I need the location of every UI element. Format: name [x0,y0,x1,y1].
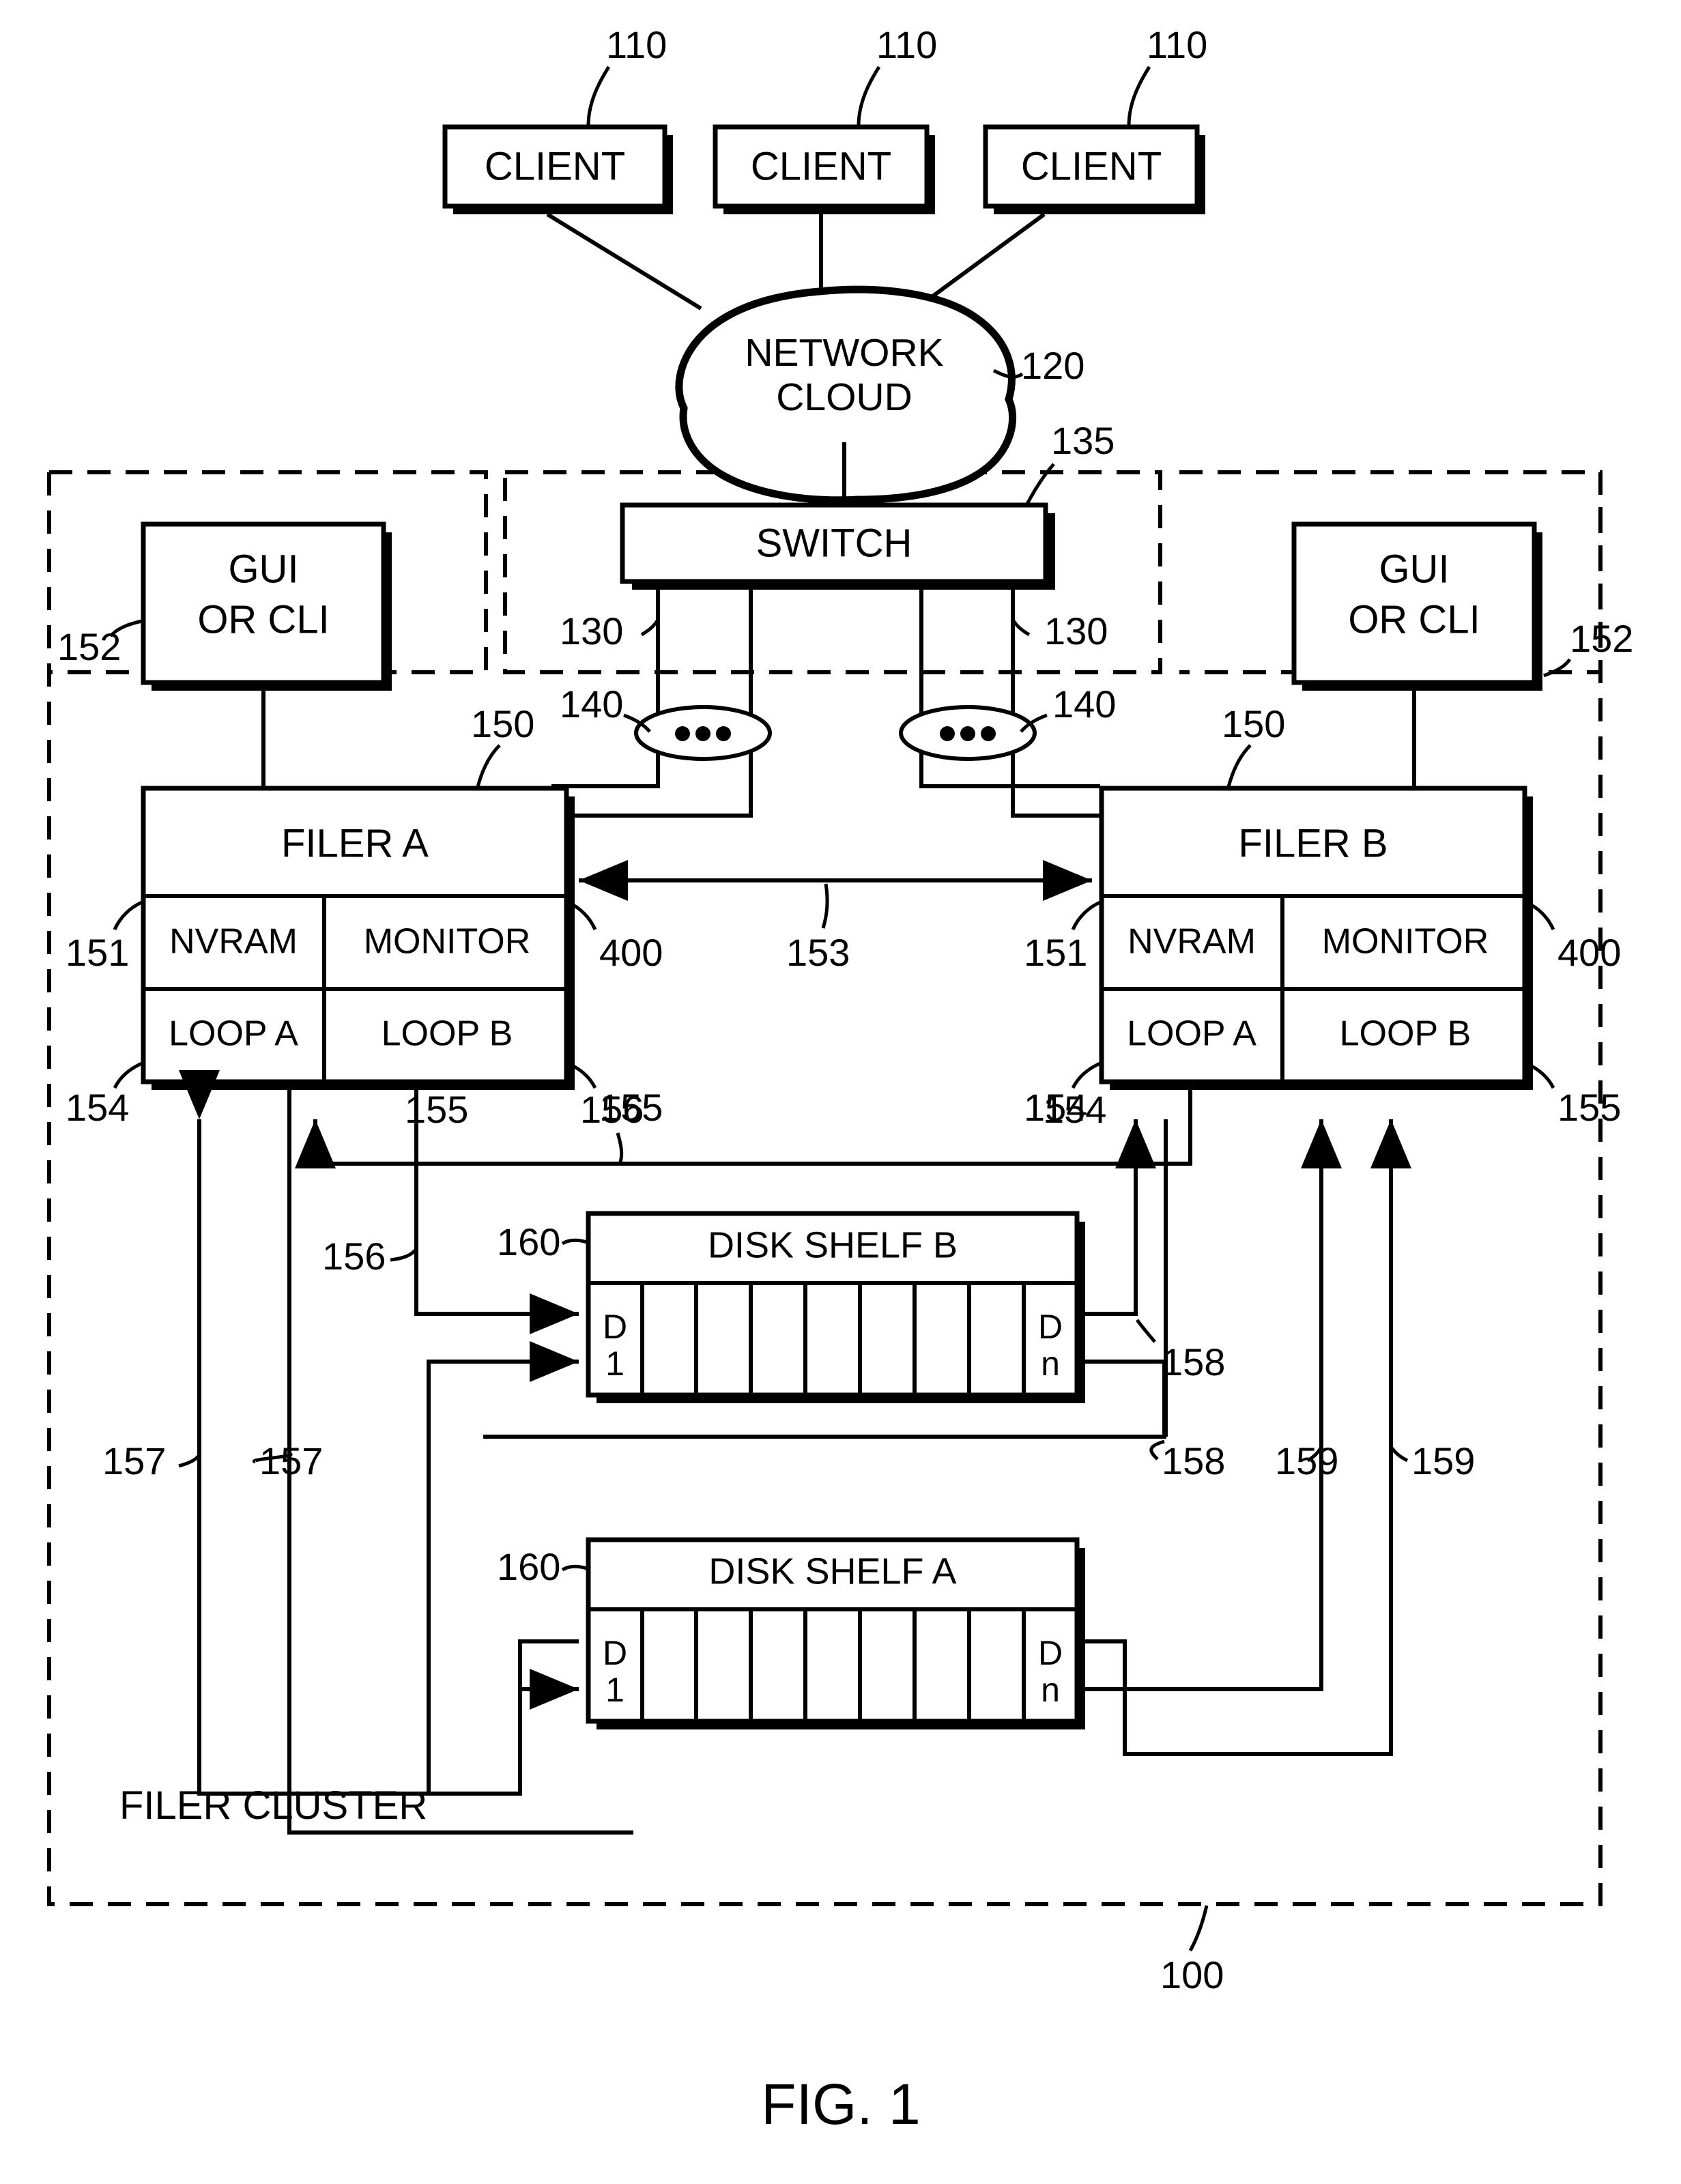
interconnect-ref: 153 [786,931,850,974]
filer-b-monitor-ref: 400 [1557,931,1621,974]
network-cloud-line2: CLOUD [776,375,913,419]
link-ref-right-lead [1011,618,1031,637]
network-cloud-ref: 120 [1021,344,1084,387]
shelf-b-first-disk-line2: 1 [605,1345,624,1383]
ref-159-right: 159 [1411,1439,1475,1482]
system-ref: 100 [1160,1953,1224,1996]
shelf-a-first-disk-line1: D [603,1634,627,1672]
ref-156-top: 156 [580,1088,644,1131]
ref-155-filer-a-bottom: 155 [405,1088,468,1131]
console-right-line1: GUI [1379,547,1449,591]
shelf-b-ref: 160 [497,1220,560,1263]
filer-b-loop-b-label: LOOP B [1340,1014,1471,1054]
filer-a-nvram-ref-lead [113,900,143,931]
filer-a-monitor-label: MONITOR [364,922,531,962]
ref-157-left: 157 [102,1439,166,1482]
client-3-label: CLIENT [1021,144,1162,188]
shelf-b-last-disk-line2: n [1041,1345,1060,1383]
network-cloud-line1: NETWORK [745,331,943,375]
client-1-ref: 110 [606,23,667,66]
filer-b-nvram-ref: 151 [1024,931,1087,974]
ellipsis-left-dot-1 [675,726,690,741]
ref-154-filer-b-bottom: 154 [1043,1088,1106,1131]
ref-156-left-lead [390,1248,418,1262]
shelf-a-title: DISK SHELF A [708,1551,956,1592]
ref-157-right: 157 [259,1439,323,1482]
link-ref-right: 130 [1044,609,1108,652]
filer-a-nvram-label: NVRAM [169,922,298,962]
client-3-ref: 110 [1147,23,1207,66]
ref-159-right-lead [1390,1446,1409,1463]
wire-shelf-a-lower-input [518,1669,579,1794]
figure-caption: FIG. 1 [761,2072,920,2136]
shelf-a-ref: 160 [497,1545,560,1588]
filer-b-title: FILER B [1238,821,1388,865]
console-right-line2: OR CLI [1348,597,1480,642]
filer-a-loop-a-label: LOOP A [169,1014,298,1054]
wire-159-lower [1077,1119,1342,1691]
console-left-ref: 152 [57,625,121,668]
ref-156-left: 156 [322,1235,386,1278]
filer-b-loop-a-ref-lead [1071,1061,1102,1089]
filer-a-ref-lead [476,744,501,788]
wire-158-upper [1077,1119,1156,1316]
filer-a-loop-a-ref: 154 [66,1086,129,1129]
ellipsis-right-dot-3 [981,726,996,741]
console-right-ref: 152 [1570,617,1633,660]
filer-a-nvram-ref: 151 [66,931,129,974]
client-2-label: CLIENT [751,144,891,188]
link-ref-left: 130 [560,609,623,652]
switch-label: SWITCH [756,521,913,565]
ref-158-lower: 158 [1162,1439,1225,1482]
filer-a-loop-b-label: LOOP B [382,1014,513,1054]
filer-b-ref: 150 [1222,702,1285,745]
client-1-label: CLIENT [485,144,625,188]
client-2-ref-lead [857,66,881,126]
ellipsis-right-dot-2 [960,726,975,741]
ellipsis-left-dot-2 [695,726,710,741]
ref-158-upper: 158 [1162,1340,1225,1383]
ellipsis-right-dot-1 [940,726,955,741]
patent-figure: CLIENT 110 CLIENT 110 CLIENT 110 NETWORK… [0,0,1681,2184]
filer-b-ref-lead [1226,744,1252,788]
ellipsis-ref-left: 140 [560,682,623,725]
shelf-a-last-disk-line1: D [1038,1634,1063,1672]
wire-shelf-b-lower-input [427,1341,579,1488]
filer-b-loop-a-label: LOOP A [1127,1014,1256,1054]
filer-a-loop-a-ref-lead [113,1061,143,1089]
wire-157-b [287,1090,633,1835]
console-left-line1: GUI [228,547,298,591]
ellipsis-left-dot-3 [716,726,731,741]
shelf-a-last-disk-line2: n [1041,1671,1060,1709]
shelf-b-first-disk-line1: D [603,1308,627,1346]
filer-b-monitor-label: MONITOR [1322,922,1489,962]
link-ref-left-lead [640,618,660,637]
switch-ref: 135 [1051,419,1115,462]
console-left-line2: OR CLI [197,597,329,642]
client-2-ref: 110 [876,23,937,66]
shelf-a-ref-lead [561,1564,588,1572]
ellipsis-ref-right: 140 [1052,682,1116,725]
filer-a-title: FILER A [281,821,429,865]
client-3-ref-lead [1127,66,1151,126]
figure-canvas: CLIENT 110 CLIENT 110 CLIENT 110 NETWORK… [47,23,1633,2136]
filer-b-nvram-label: NVRAM [1127,922,1256,962]
shelf-b-last-disk-line1: D [1038,1308,1063,1346]
client-1-ref-lead [586,66,611,126]
filer-a-monitor-ref: 400 [599,931,663,974]
ref-157-left-lead [178,1454,201,1468]
filer-a-ref: 150 [471,702,534,745]
ref-159-left: 159 [1275,1439,1338,1482]
filer-cluster-label: FILER CLUSTER [119,1783,427,1828]
client-1-cloud-wire [546,212,702,311]
system-ref-lead [1188,1905,1209,1952]
ref-158-upper-lead [1136,1319,1156,1343]
filer-b-loop-b-ref: 155 [1557,1086,1621,1129]
interconnect-ref-lead [821,883,829,929]
shelf-a-first-disk-line2: 1 [605,1671,624,1709]
shelf-b-ref-lead [561,1238,588,1246]
shelf-b-title: DISK SHELF B [708,1224,958,1265]
ref-156-top-lead [616,1132,624,1165]
filer-b-nvram-ref-lead [1071,900,1102,931]
